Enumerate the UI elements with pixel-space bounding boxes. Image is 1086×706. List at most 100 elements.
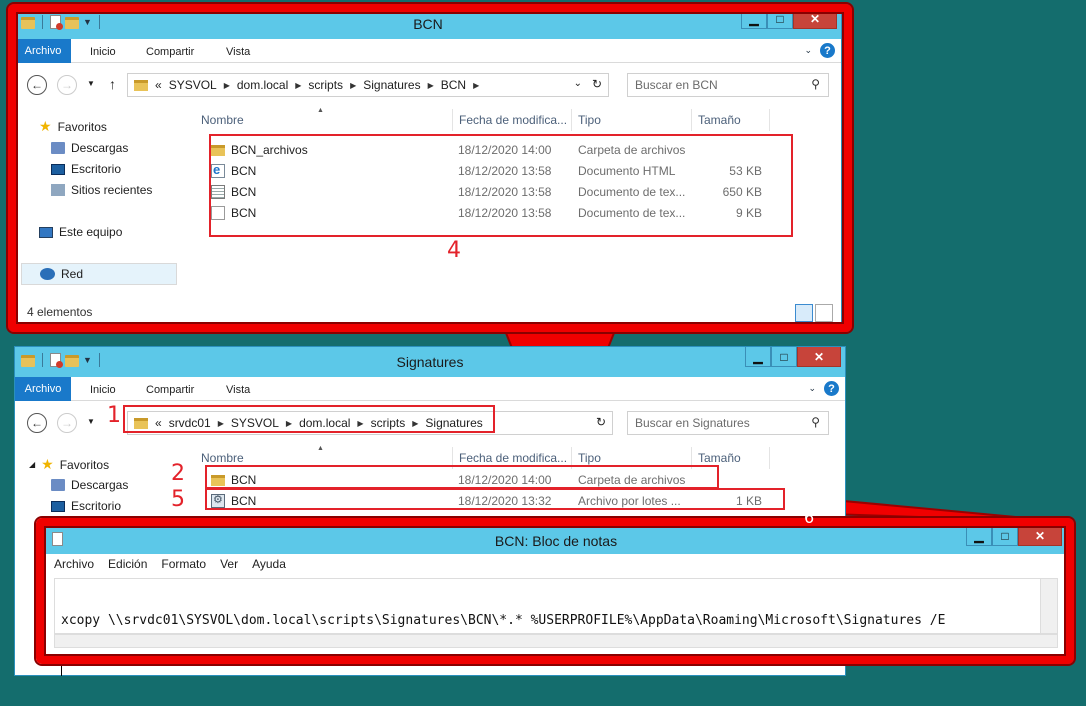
up-arrow-icon[interactable]: ↑: [109, 76, 116, 92]
title-bar[interactable]: ▼ Signatures ▁ □ ✕: [15, 347, 845, 377]
column-tamano[interactable]: Tamaño: [692, 109, 770, 131]
tab-inicio[interactable]: Inicio: [90, 380, 116, 401]
column-tipo[interactable]: Tipo: [572, 447, 692, 469]
horizontal-scrollbar[interactable]: [54, 634, 1058, 648]
crumb-dom-local[interactable]: dom.local: [237, 78, 288, 92]
column-nombre[interactable]: ▲ Nombre: [195, 445, 453, 469]
close-button[interactable]: ✕: [793, 9, 837, 29]
star-icon: ★: [41, 456, 54, 472]
column-fecha[interactable]: Fecha de modifica...: [453, 447, 572, 469]
text-editor[interactable]: xcopy \\srvdc01\SYSVOL\dom.local\scripts…: [54, 578, 1040, 676]
crumb-srvdc01[interactable]: srvdc01: [169, 416, 211, 430]
crumb-signatures[interactable]: Signatures: [363, 78, 420, 92]
tab-inicio[interactable]: Inicio: [90, 42, 116, 63]
nav-descargas[interactable]: Descargas: [51, 141, 128, 155]
file-row[interactable]: BCN 18/12/2020 13:58 Documento de tex...…: [195, 181, 762, 202]
vertical-scrollbar[interactable]: [1040, 578, 1058, 634]
address-bar[interactable]: « srvdc01 ▶ SYSVOL ▶ dom.local ▶ scripts ▶ S…: [127, 411, 613, 435]
minimize-button[interactable]: ▁: [745, 347, 771, 367]
batch-file-icon: [211, 493, 225, 508]
nav-favoritos[interactable]: ◢ ★ Favoritos: [29, 456, 109, 473]
crumb-sysvol[interactable]: SYSVOL: [231, 416, 279, 430]
ribbon-tabs: Archivo Inicio Compartir Vista ⌄?: [15, 377, 845, 401]
maximize-button[interactable]: □: [992, 526, 1018, 546]
address-overflow[interactable]: «: [155, 416, 162, 430]
menu-ver[interactable]: Ver: [220, 557, 238, 571]
search-icon[interactable]: ⚲: [811, 415, 820, 429]
nav-favoritos[interactable]: ★ Favoritos: [39, 118, 107, 135]
address-bar[interactable]: « SYSVOL ▶ dom.local ▶ scripts ▶ Signatures…: [127, 73, 609, 97]
title-bar[interactable]: ▼ BCN ▁ □ ✕: [15, 9, 841, 39]
annotation-4: 4: [447, 238, 461, 263]
tab-vista[interactable]: Vista: [226, 42, 250, 63]
expand-icon[interactable]: ◢: [29, 460, 35, 469]
menu-formato[interactable]: Formato: [161, 557, 206, 571]
maximize-button[interactable]: □: [771, 347, 797, 367]
item-count: 4 elementos: [27, 305, 93, 319]
recent-locations-icon[interactable]: ▼: [87, 79, 95, 88]
expand-ribbon-icon[interactable]: ⌄: [804, 45, 812, 56]
crumb-scripts[interactable]: scripts: [371, 416, 406, 430]
text-file-icon: [211, 205, 225, 220]
status-bar: 4 elementos: [15, 299, 841, 325]
back-button[interactable]: ←: [27, 413, 47, 433]
forward-button[interactable]: →: [57, 75, 77, 95]
minimize-button[interactable]: ▁: [741, 9, 767, 29]
back-button[interactable]: ←: [27, 75, 47, 95]
expand-ribbon-icon[interactable]: ⌄: [808, 383, 816, 394]
desktop-icon: [51, 163, 65, 175]
search-input[interactable]: Buscar en Signatures ⚲: [627, 411, 829, 435]
file-row[interactable]: BCN 18/12/2020 13:58 Documento de tex...…: [195, 202, 762, 223]
crumb-dom-local[interactable]: dom.local: [299, 416, 350, 430]
sort-ascending-icon: ▲: [317, 445, 324, 452]
crumb-signatures[interactable]: Signatures: [425, 416, 482, 430]
tab-compartir[interactable]: Compartir: [146, 42, 194, 63]
menu-edicion[interactable]: Edición: [108, 557, 147, 571]
refresh-icon[interactable]: ↻: [592, 77, 602, 91]
crumb-bcn[interactable]: BCN: [441, 78, 466, 92]
nav-red[interactable]: Red: [21, 263, 177, 285]
close-button[interactable]: ✕: [797, 347, 841, 367]
tab-compartir[interactable]: Compartir: [146, 380, 194, 401]
file-row[interactable]: BCN 18/12/2020 13:58 Documento HTML 53 K…: [195, 160, 762, 181]
file-row[interactable]: BCN_archivos 18/12/2020 14:00 Carpeta de…: [195, 139, 762, 160]
menu-ayuda[interactable]: Ayuda: [252, 557, 286, 571]
column-tipo[interactable]: Tipo: [572, 109, 692, 131]
search-input[interactable]: Buscar en BCN ⚲: [627, 73, 829, 97]
tab-vista[interactable]: Vista: [226, 380, 250, 401]
nav-escritorio[interactable]: Escritorio: [51, 499, 121, 513]
column-nombre[interactable]: ▲ Nombre: [195, 107, 453, 131]
nav-sitios-recientes[interactable]: Sitios recientes: [51, 183, 152, 197]
close-button[interactable]: ✕: [1018, 526, 1062, 546]
tab-archivo[interactable]: Archivo: [15, 39, 71, 63]
column-tamano[interactable]: Tamaño: [692, 447, 770, 469]
menu-archivo[interactable]: Archivo: [54, 557, 94, 571]
star-icon: ★: [39, 118, 52, 134]
help-icon[interactable]: ?: [820, 43, 835, 58]
refresh-icon[interactable]: ↻: [596, 415, 606, 429]
recent-locations-icon[interactable]: ▼: [87, 417, 95, 426]
nav-escritorio[interactable]: Escritorio: [51, 162, 121, 176]
file-row[interactable]: BCN 18/12/2020 14:00 Carpeta de archivos: [195, 469, 762, 490]
window-title: BCN: [413, 16, 443, 32]
title-bar[interactable]: BCN: Bloc de notas ▁ □ ✕: [46, 526, 1066, 554]
minimize-button[interactable]: ▁: [966, 526, 992, 546]
maximize-button[interactable]: □: [767, 9, 793, 29]
large-icons-view-button[interactable]: [815, 304, 833, 322]
forward-button[interactable]: →: [57, 413, 77, 433]
search-icon[interactable]: ⚲: [811, 77, 820, 91]
crumb-scripts[interactable]: scripts: [308, 78, 343, 92]
column-fecha[interactable]: Fecha de modifica...: [453, 109, 572, 131]
help-icon[interactable]: ?: [824, 381, 839, 396]
annotation-6: 6: [804, 508, 815, 527]
address-overflow[interactable]: «: [155, 78, 162, 92]
address-dropdown-icon[interactable]: ⌄: [574, 78, 582, 89]
nav-descargas[interactable]: Descargas: [51, 478, 128, 492]
column-headers: ▲ Nombre Fecha de modifica... Tipo Tamaño: [195, 445, 770, 469]
nav-este-equipo[interactable]: Este equipo: [39, 225, 122, 239]
file-row[interactable]: BCN 18/12/2020 13:32 Archivo por lotes .…: [195, 490, 762, 511]
details-view-button[interactable]: [795, 304, 813, 322]
crumb-sysvol[interactable]: SYSVOL: [169, 78, 217, 92]
computer-icon: [39, 226, 53, 238]
tab-archivo[interactable]: Archivo: [15, 377, 71, 401]
